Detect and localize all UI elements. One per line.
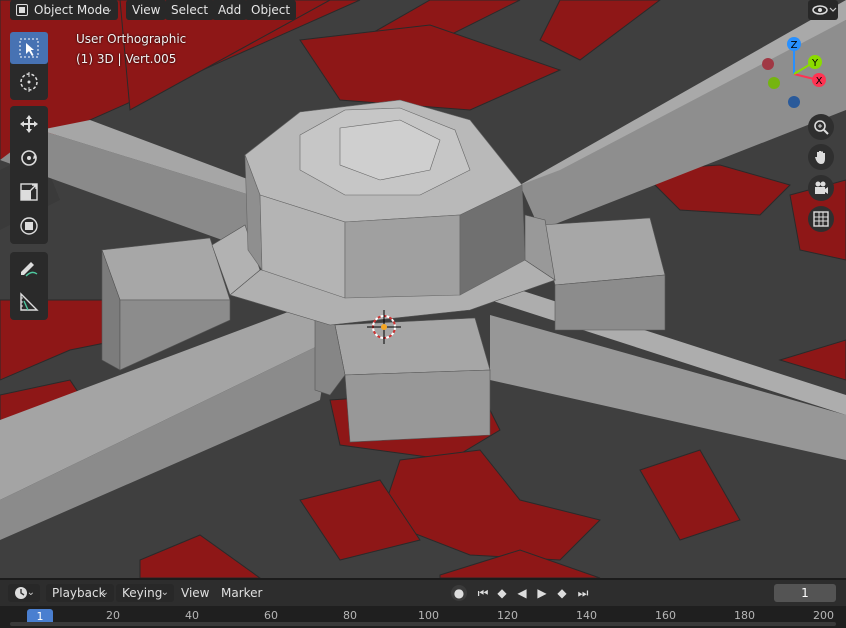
- editor-type-dropdown[interactable]: ⌄: [8, 584, 40, 602]
- jump-end-button[interactable]: ⏭: [575, 585, 591, 601]
- dome: [244, 99, 526, 299]
- record-button[interactable]: ●: [451, 585, 467, 601]
- timeline-view-menu[interactable]: View: [181, 584, 209, 602]
- annotate-tool[interactable]: [10, 252, 48, 284]
- ruler-tick: 160: [655, 609, 676, 622]
- object-info: (1) 3D | Vert.005: [76, 52, 177, 66]
- camera-view-button[interactable]: [808, 175, 834, 201]
- eye-icon: [812, 5, 837, 15]
- transform-tool[interactable]: [10, 210, 48, 242]
- zoom-button[interactable]: [808, 114, 834, 140]
- chevron-down-icon: ⌄: [160, 587, 169, 598]
- next-keyframe-button[interactable]: ◆: [554, 585, 570, 601]
- toggle-perspective-button[interactable]: [808, 206, 834, 232]
- menu-object[interactable]: Object: [245, 0, 297, 20]
- grid-icon: [813, 211, 829, 227]
- timeline-header: ⌄ Playback ⌄ Keying ⌄ View Marker ● ⏮ ◆ ◀ …: [0, 580, 846, 606]
- current-frame-field[interactable]: 1: [774, 584, 836, 602]
- toolbar-group-select: [10, 32, 48, 100]
- play-button[interactable]: ▶: [534, 585, 550, 601]
- select-box-icon: [19, 38, 39, 58]
- ruler-tick: 60: [264, 609, 278, 622]
- menu-view[interactable]: View: [126, 0, 167, 20]
- visibility-dropdown[interactable]: [808, 0, 838, 20]
- viewport-header: Object Mode ⌄ View Select Add Object: [0, 0, 846, 22]
- 3d-viewport[interactable]: Object Mode ⌄ View Select Add Object Use…: [0, 0, 846, 578]
- camera-icon: [815, 181, 828, 194]
- ruler-tick: 120: [497, 609, 518, 622]
- cursor-tool[interactable]: [10, 66, 48, 98]
- ruler-icon: [20, 292, 39, 311]
- mode-label: Object Mode: [34, 3, 110, 17]
- ruler-tick: 180: [734, 609, 755, 622]
- svg-text:Y: Y: [811, 58, 819, 69]
- navigation-gizmo[interactable]: Z X Y: [760, 34, 840, 114]
- ruler-tick: 100: [418, 609, 439, 622]
- move-tool[interactable]: [10, 108, 48, 140]
- timeline-editor: ⌄ Playback ⌄ Keying ⌄ View Marker ● ⏮ ◆ ◀ …: [0, 578, 846, 628]
- mode-dropdown[interactable]: Object Mode ⌄: [10, 0, 118, 20]
- select-box-tool[interactable]: [10, 32, 48, 64]
- next-keyframe-icon: ◆: [557, 586, 567, 600]
- toolbar-group-annotate: [10, 252, 48, 320]
- rotate-icon: [21, 150, 37, 166]
- zoom-icon: [814, 120, 829, 135]
- prev-keyframe-icon: ◆: [497, 586, 507, 600]
- ruler-tick: 200: [813, 609, 834, 622]
- object-mode-icon: [16, 4, 28, 16]
- rotate-tool[interactable]: [10, 142, 48, 174]
- play-reverse-button[interactable]: ◀: [514, 585, 530, 601]
- timeline-scrollbar[interactable]: [10, 622, 836, 626]
- pan-button[interactable]: [808, 144, 834, 170]
- scale-tool[interactable]: [10, 176, 48, 208]
- jump-start-button[interactable]: ⏮: [475, 585, 491, 601]
- move-icon: [20, 115, 38, 133]
- ruler-tick: 80: [343, 609, 357, 622]
- measure-tool[interactable]: [10, 286, 48, 318]
- ruler-tick: 140: [576, 609, 597, 622]
- marker-menu[interactable]: Marker: [221, 584, 262, 602]
- transform-icon: [20, 217, 38, 235]
- view-name: User Orthographic: [76, 32, 187, 46]
- pencil-icon: [21, 262, 38, 277]
- gizmo-neg-y[interactable]: [768, 77, 780, 89]
- cursor-icon: [20, 72, 38, 92]
- chevron-down-icon: ⌄: [100, 587, 109, 598]
- hand-icon: [815, 151, 825, 164]
- svg-text:X: X: [816, 76, 823, 87]
- keying-label: Keying: [122, 586, 163, 600]
- gizmo-neg-z[interactable]: [788, 96, 800, 108]
- play-reverse-icon: ◀: [517, 586, 527, 600]
- menu-add[interactable]: Add: [212, 0, 248, 20]
- chevron-down-icon: ⌄: [26, 587, 35, 598]
- jump-start-icon: ⏮: [477, 585, 489, 600]
- playback-label: Playback: [52, 586, 106, 600]
- svg-text:Z: Z: [791, 40, 798, 51]
- play-icon: ▶: [537, 586, 547, 600]
- toolbar-group-transform: [10, 106, 48, 244]
- record-icon: ●: [453, 586, 465, 600]
- keying-menu[interactable]: Keying ⌄: [116, 584, 174, 602]
- playback-menu[interactable]: Playback ⌄: [46, 584, 114, 602]
- ruler-tick: 20: [106, 609, 120, 622]
- ruler-tick: 40: [185, 609, 199, 622]
- scale-icon: [20, 183, 38, 201]
- menu-select[interactable]: Select: [165, 0, 215, 20]
- gizmo-neg-x[interactable]: [762, 58, 774, 70]
- jump-end-icon: ⏭: [577, 585, 589, 600]
- scene-render[interactable]: [0, 0, 846, 578]
- chevron-down-icon: ⌄: [104, 4, 113, 15]
- prev-keyframe-button[interactable]: ◆: [494, 585, 510, 601]
